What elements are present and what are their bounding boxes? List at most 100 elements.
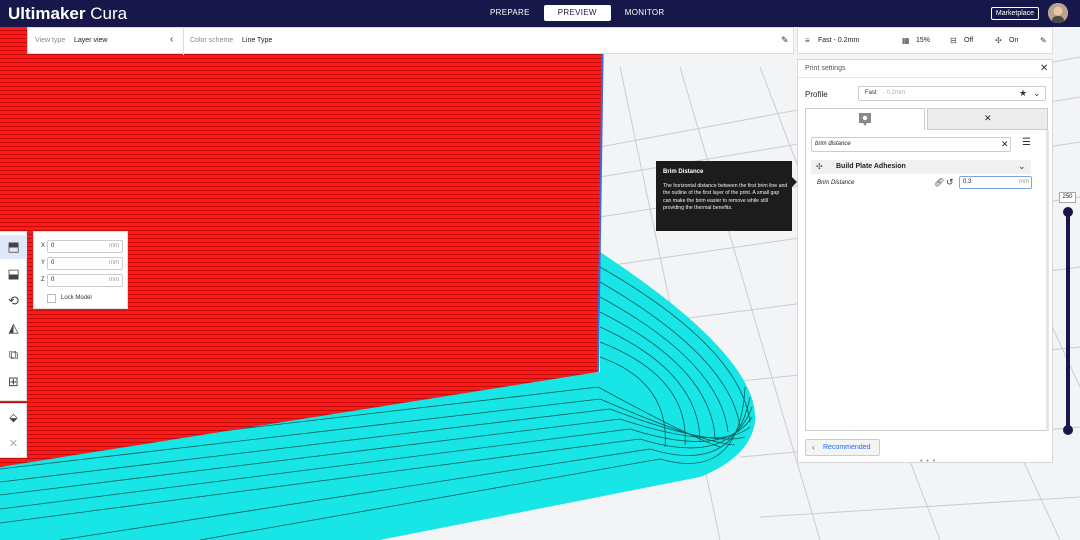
x-value: 0	[51, 243, 55, 249]
tooltip-arrow	[792, 177, 797, 187]
print-settings-panel: Print settings ✕ Profile Fast - 0.2mm ★ …	[797, 59, 1053, 465]
pencil-icon[interactable]: ✎	[1040, 36, 1047, 45]
summary-profile: Fast - 0.2mm	[818, 37, 860, 44]
layer-slider-bottom-handle[interactable]	[1063, 425, 1073, 435]
brand-product: Cura	[90, 4, 128, 23]
support-blocker-icon: ⊞	[8, 374, 19, 389]
tab-preview[interactable]: PREVIEW	[543, 5, 611, 21]
mirror-icon: ◭	[8, 320, 19, 335]
z-value: 0	[51, 277, 55, 283]
brim-distance-input[interactable]: 0.3 mm	[959, 176, 1032, 189]
print-setup-summary[interactable]: ≡ Fast - 0.2mm ▦ 15% ⊟ Off ✣ On ✎	[797, 27, 1053, 54]
panel-header: Print settings ✕	[798, 60, 1052, 78]
view-type-select[interactable]: Layer view	[74, 37, 107, 44]
checkbox[interactable]	[47, 294, 56, 303]
menu-icon[interactable]: ☰	[1022, 137, 1031, 148]
extruder-icon	[859, 113, 871, 126]
reset-icon[interactable]: ↺	[946, 177, 954, 188]
layer-number-badge[interactable]: 250	[1059, 192, 1076, 203]
rotate-tool-button[interactable]: ⟲	[0, 289, 27, 313]
move-icon: ⬒	[7, 239, 20, 254]
recommended-button[interactable]: ‹ Recommended	[805, 439, 880, 456]
color-scheme-label: Color scheme	[190, 37, 234, 44]
z-unit: mm	[109, 277, 119, 283]
lock-model-checkbox[interactable]: Lock Model	[47, 293, 127, 305]
star-icon[interactable]: ★	[1019, 88, 1027, 99]
setting-value: 0.3	[963, 179, 972, 185]
infill-icon: ▦	[902, 36, 910, 45]
profile-select[interactable]: Fast - 0.2mm ★ ⌄	[858, 86, 1046, 101]
tool-toolbar: ⬒ ⬓ ⟲ ◭ ⧉ ⊞	[0, 231, 27, 401]
brand-name: Ultimaker	[8, 4, 86, 23]
stage-tabs: PREPARE PREVIEW MONITOR	[476, 5, 678, 21]
tab-extruder-1[interactable]	[805, 108, 925, 130]
panel-title: Print settings	[805, 65, 846, 72]
move-tool-panel: X 0 mm Y 0 mm Z 0 mm Lock Model	[33, 231, 128, 309]
y-unit: mm	[109, 260, 119, 266]
scale-tool-button[interactable]: ⬓	[0, 262, 27, 286]
extruder-toolbar: ⬙ ✕	[0, 403, 27, 458]
axis-label-y: Y	[41, 260, 46, 266]
avatar-image	[1048, 3, 1068, 23]
tab-monitor[interactable]: MONITOR	[611, 5, 679, 21]
tab-extruder-2[interactable]: ✕	[927, 108, 1048, 130]
tooltip-title: Brim Distance	[663, 169, 704, 175]
summary-adhesion: On	[1009, 37, 1019, 44]
chevron-down-icon: ⌄	[1018, 161, 1026, 171]
per-model-settings-button[interactable]: ⧉	[0, 343, 27, 367]
chevron-left-icon: ‹	[812, 443, 815, 452]
x-input[interactable]: 0 mm	[47, 240, 123, 253]
chevron-left-icon[interactable]: ‹	[170, 34, 173, 45]
lock-model-label: Lock Model	[61, 295, 92, 301]
y-input[interactable]: 0 mm	[47, 257, 123, 270]
rotate-icon: ⟲	[8, 293, 19, 308]
summary-support: Off	[964, 37, 974, 44]
settings-list: brim distance ✕ ☰ ✣ Build Plate Adhesion…	[805, 130, 1048, 431]
close-icon[interactable]: ✕	[1040, 63, 1048, 74]
y-value: 0	[51, 260, 55, 266]
z-input[interactable]: 0 mm	[47, 274, 123, 287]
search-input[interactable]: brim distance ✕	[811, 137, 1011, 152]
marketplace-plugin-icon: ⬙	[9, 412, 18, 424]
divider	[183, 28, 184, 55]
extruder-tabs: ✕	[805, 108, 1048, 130]
mirror-tool-button[interactable]: ◭	[0, 316, 27, 340]
user-avatar[interactable]	[1048, 3, 1068, 23]
profile-name: Fast	[865, 90, 877, 96]
settings-scrollbar[interactable]	[1046, 130, 1049, 431]
view-type-label: View type	[35, 37, 66, 44]
support-icon: ⊟	[950, 36, 957, 45]
color-scheme-select[interactable]: Line Type	[242, 37, 272, 44]
adhesion-icon: ✣	[816, 162, 823, 171]
tab-prepare[interactable]: PREPARE	[476, 5, 544, 21]
x-unit: mm	[109, 243, 119, 249]
category-label: Build Plate Adhesion	[836, 163, 906, 170]
marketplace-button[interactable]: Marketplace	[991, 7, 1039, 20]
move-row-x: X 0 mm	[34, 240, 129, 255]
extruder-button[interactable]: ⬙	[0, 406, 27, 430]
layer-slider-top-handle[interactable]	[1063, 207, 1073, 217]
resize-grip[interactable]: • • •	[920, 458, 936, 465]
tooltip-body: The horizontal distance between the firs…	[663, 183, 788, 212]
support-blocker-button[interactable]: ⊞	[0, 370, 27, 394]
move-row-z: Z 0 mm	[34, 274, 129, 289]
recommended-label: Recommended	[823, 444, 871, 451]
disabled-extruder-button[interactable]: ✕	[0, 432, 27, 456]
pencil-icon[interactable]: ✎	[781, 35, 789, 46]
link-icon[interactable]: 🔗︎	[934, 178, 944, 187]
move-row-y: Y 0 mm	[34, 257, 129, 272]
profile-icon: ≡	[805, 36, 810, 45]
clear-search-icon[interactable]: ✕	[1001, 139, 1009, 150]
summary-infill: 15%	[916, 37, 931, 44]
scale-icon: ⬓	[7, 266, 20, 281]
move-tool-button[interactable]: ⬒	[0, 235, 27, 259]
app-logo: Ultimaker Cura	[8, 4, 127, 24]
header-bar: Ultimaker Cura PREPARE PREVIEW MONITOR M…	[0, 0, 1080, 27]
layer-slider-track[interactable]	[1066, 208, 1070, 430]
profile-label: Profile	[805, 90, 828, 99]
setting-label-brim-distance: Brim Distance	[817, 180, 855, 186]
close-icon: ✕	[8, 438, 19, 450]
category-build-plate-adhesion[interactable]: ✣ Build Plate Adhesion ⌄	[811, 160, 1031, 174]
profile-suffix: - 0.2mm	[883, 90, 906, 96]
setting-tooltip: Brim Distance The horizontal distance be…	[656, 161, 797, 231]
